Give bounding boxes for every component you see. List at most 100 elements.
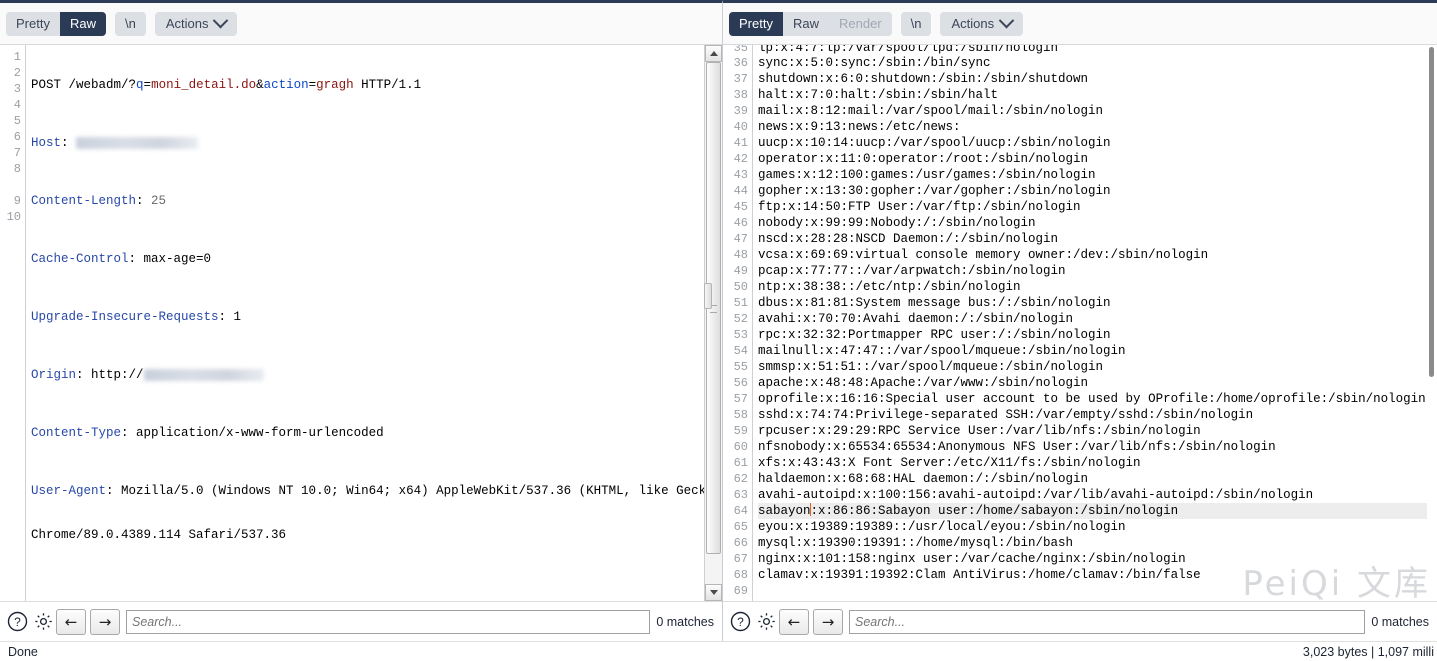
- request-vertical-scrollbar[interactable]: [704, 45, 722, 601]
- response-line: xfs:x:43:43:X Font Server:/etc/X11/fs:/s…: [758, 456, 1141, 470]
- request-search-bar: ? ← → 0 matches: [0, 601, 722, 641]
- line-number: 46: [733, 216, 748, 230]
- response-search-prev-arrow-left-icon[interactable]: ←: [779, 608, 809, 635]
- line-number: 5: [13, 114, 21, 128]
- request-search-next-arrow-right-icon[interactable]: →: [90, 608, 120, 635]
- response-line-text: :x:86:86:Sabayon user:/home/sabayon:/sbi…: [810, 504, 1179, 518]
- request-editor[interactable]: 1 2 3 4 5 6 7 8 9 10 POST /webadm/?q=mon…: [0, 45, 722, 601]
- response-settings-gear-icon[interactable]: [753, 609, 779, 635]
- request-method-path: POST /webadm/?: [31, 78, 137, 92]
- response-line: avahi-autoipd:x:100:156:avahi-autoipd:/v…: [758, 488, 1314, 502]
- colon: :: [76, 368, 92, 382]
- line-number: 9: [13, 194, 21, 208]
- response-line: smmsp:x:51:51::/var/spool/mqueue:/sbin/n…: [758, 360, 1104, 374]
- response-line: clamav:x:19391:19392:Clam AntiVirus:/hom…: [758, 568, 1201, 582]
- scroll-up-arrow-icon[interactable]: [705, 45, 722, 62]
- status-right-text: 3,023 bytes | 1,097 milli: [1302, 644, 1434, 659]
- response-line: vcsa:x:69:69:virtual console memory owne…: [758, 248, 1209, 262]
- scroll-down-arrow-icon[interactable]: [705, 584, 722, 601]
- http-version: HTTP/1.1: [353, 78, 422, 92]
- line-number: 35: [733, 45, 748, 55]
- header-name-content-length: Content-Length: [31, 194, 137, 208]
- request-line-8-user-agent: User-Agent: Mozilla/5.0 (Windows NT 10.0…: [31, 483, 704, 499]
- response-search-next-arrow-right-icon[interactable]: →: [813, 608, 843, 635]
- line-number: 4: [13, 98, 21, 112]
- response-line: [758, 583, 1427, 599]
- colon: :: [128, 252, 144, 266]
- response-code[interactable]: lp:x:4:7:lp:/var/spool/lpd:/sbin/nologin…: [753, 45, 1427, 601]
- line-number: 68: [733, 568, 748, 582]
- request-line-4-cache-control: Cache-Control: max-age=0: [31, 251, 704, 267]
- response-line: sshd:x:74:74:Privilege-separated SSH:/va…: [758, 408, 1254, 422]
- line-number: 6: [13, 130, 21, 144]
- response-line: mailnull:x:47:47::/var/spool/mqueue:/sbi…: [758, 344, 1126, 358]
- query-value-q: moni_detail.do: [151, 78, 257, 92]
- request-actions-label: Actions: [165, 15, 209, 31]
- line-number-wrap-continuation: [0, 177, 21, 193]
- request-help-icon[interactable]: ?: [4, 609, 30, 635]
- tab-request-raw[interactable]: Raw: [59, 11, 106, 36]
- line-number: 55: [733, 360, 748, 374]
- tab-response-pretty[interactable]: Pretty: [729, 11, 783, 36]
- response-newline-toggle[interactable]: \n: [900, 11, 932, 36]
- pane-divider-handle[interactable]: [704, 283, 712, 309]
- response-vertical-scrollbar[interactable]: [1427, 45, 1437, 601]
- request-scroll-track[interactable]: [705, 62, 722, 584]
- response-editor[interactable]: 35 36 37 38 39 40 41 42 43 44 45 46 47 48 49 50 51 52 53 54…: [723, 45, 1437, 601]
- request-settings-gear-icon[interactable]: [30, 609, 56, 635]
- response-line: halt:x:7:0:halt:/sbin:/sbin/halt: [758, 88, 999, 102]
- header-name-user-agent: User-Agent: [31, 484, 107, 498]
- response-line: nscd:x:28:28:NSCD Daemon:/:/sbin/nologin: [758, 232, 1059, 246]
- header-name-host: Host: [31, 136, 62, 150]
- header-value-content-length: 25: [151, 194, 167, 208]
- response-line: games:x:12:100:games:/usr/games:/sbin/no…: [758, 168, 1096, 182]
- tab-response-raw[interactable]: Raw: [782, 11, 829, 36]
- response-help-icon[interactable]: ?: [727, 609, 753, 635]
- redacted-origin-value: [143, 368, 264, 381]
- response-line: rpcuser:x:29:29:RPC Service User:/var/li…: [758, 424, 1201, 438]
- colon: :: [106, 484, 122, 498]
- response-line: operator:x:11:0:operator:/root:/sbin/nol…: [758, 152, 1089, 166]
- response-actions-button[interactable]: Actions: [940, 11, 1024, 36]
- header-value-cache-control: max-age=0: [143, 252, 212, 266]
- colon: :: [61, 136, 77, 150]
- request-search-prev-arrow-left-icon[interactable]: ←: [56, 608, 86, 635]
- header-name-content-type: Content-Type: [31, 426, 122, 440]
- chevron-down-icon: [213, 12, 229, 29]
- request-newline-toggle[interactable]: \n: [114, 11, 146, 36]
- response-line: haldaemon:x:68:68:HAL daemon:/:/sbin/nol…: [758, 472, 1089, 486]
- line-number: 66: [733, 536, 748, 550]
- redacted-host-value: [76, 136, 199, 149]
- request-line-9-blank: [31, 585, 704, 601]
- line-number: 63: [733, 488, 748, 502]
- response-line: news:x:9:13:news:/etc/news:: [758, 120, 961, 134]
- line-number: 10: [6, 210, 21, 224]
- line-number: 47: [733, 232, 748, 246]
- tab-request-pretty[interactable]: Pretty: [6, 11, 60, 36]
- panes-container: Pretty Raw \n Actions 1 2 3 4 5 6 7 8 9 …: [0, 0, 1437, 641]
- response-line: ftp:x:14:50:FTP User:/var/ftp:/sbin/nolo…: [758, 200, 1081, 214]
- response-toolbar: Pretty Raw Render \n Actions: [723, 3, 1437, 45]
- response-scroll-thumb[interactable]: [1429, 47, 1434, 377]
- request-actions-button[interactable]: Actions: [154, 11, 238, 36]
- line-number: 51: [733, 296, 748, 310]
- header-value-origin: http://: [91, 368, 144, 382]
- response-line: apache:x:48:48:Apache:/var/www:/sbin/nol…: [758, 376, 1089, 390]
- line-number: 60: [733, 440, 748, 454]
- response-line: rpc:x:32:32:Portmapper RPC user:/:/sbin/…: [758, 328, 1111, 342]
- response-line: sync:x:5:0:sync:/sbin:/bin/sync: [758, 56, 991, 70]
- colon: :: [121, 426, 137, 440]
- line-number: 7: [13, 146, 21, 160]
- request-search-input[interactable]: [126, 609, 651, 634]
- line-number: 61: [733, 456, 748, 470]
- line-number: 67: [733, 552, 748, 566]
- request-line-5-upgrade-insecure-requests: Upgrade-Insecure-Requests: 1: [31, 309, 704, 325]
- burp-repeater-window: Pretty Raw \n Actions 1 2 3 4 5 6 7 8 9 …: [0, 0, 1437, 661]
- colon: :: [136, 194, 152, 208]
- request-view-tabs: Pretty Raw: [6, 11, 106, 36]
- request-code[interactable]: POST /webadm/?q=moni_detail.do&action=gr…: [26, 45, 704, 601]
- request-line-2-host: Host:: [31, 135, 704, 151]
- tab-response-render[interactable]: Render: [828, 11, 892, 36]
- response-line: mysql:x:19390:19391::/home/mysql:/bin/ba…: [758, 536, 1074, 550]
- response-search-input[interactable]: [849, 609, 1366, 634]
